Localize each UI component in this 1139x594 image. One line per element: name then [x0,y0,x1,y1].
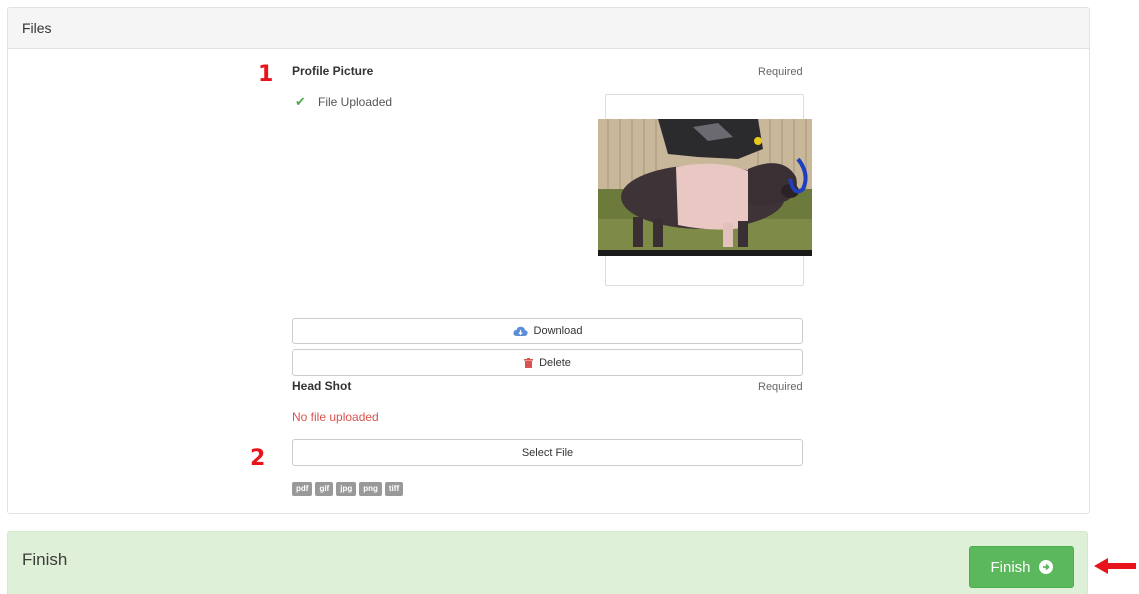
files-panel: Files [7,7,1090,514]
file-type-tag: pdf [292,482,313,496]
check-icon: ✔ [295,94,306,109]
file-type-tag: jpg [336,482,357,496]
head-shot-label: Head Shot [292,379,352,393]
finish-button-label: Finish [990,558,1031,576]
profile-picture-status: File Uploaded [318,95,393,109]
head-shot-status: No file uploaded [292,410,379,424]
download-button-label: Download [533,325,583,337]
profile-picture-label: Profile Picture [292,64,374,78]
allowed-file-types: pdf gif jpg png tiff [292,482,406,496]
cloud-download-icon [512,326,528,337]
file-type-tag: png [359,482,382,496]
finish-panel: Finish Finish [7,531,1088,594]
profile-picture-image [598,119,812,256]
files-panel-heading: Files [8,8,1089,49]
select-file-button[interactable]: Select File [292,439,803,466]
red-arrow-icon [1094,557,1136,580]
select-file-button-label: Select File [521,446,574,459]
head-shot-required: Required [758,381,803,393]
files-panel-title: Files [22,20,52,36]
finish-panel-title: Finish [22,550,68,569]
arrow-circle-right-icon [1038,560,1053,574]
delete-button-label: Delete [539,356,571,369]
file-type-tag: gif [315,482,334,496]
annotation-marker-2: 2 [250,446,266,471]
annotation-marker-1: 1 [258,62,274,87]
download-button[interactable]: Download [292,318,803,344]
trash-icon [524,357,534,368]
file-type-tag: tiff [384,482,404,496]
finish-button[interactable]: Finish [969,546,1074,588]
profile-picture-required: Required [758,66,803,78]
delete-button[interactable]: Delete [292,349,803,376]
